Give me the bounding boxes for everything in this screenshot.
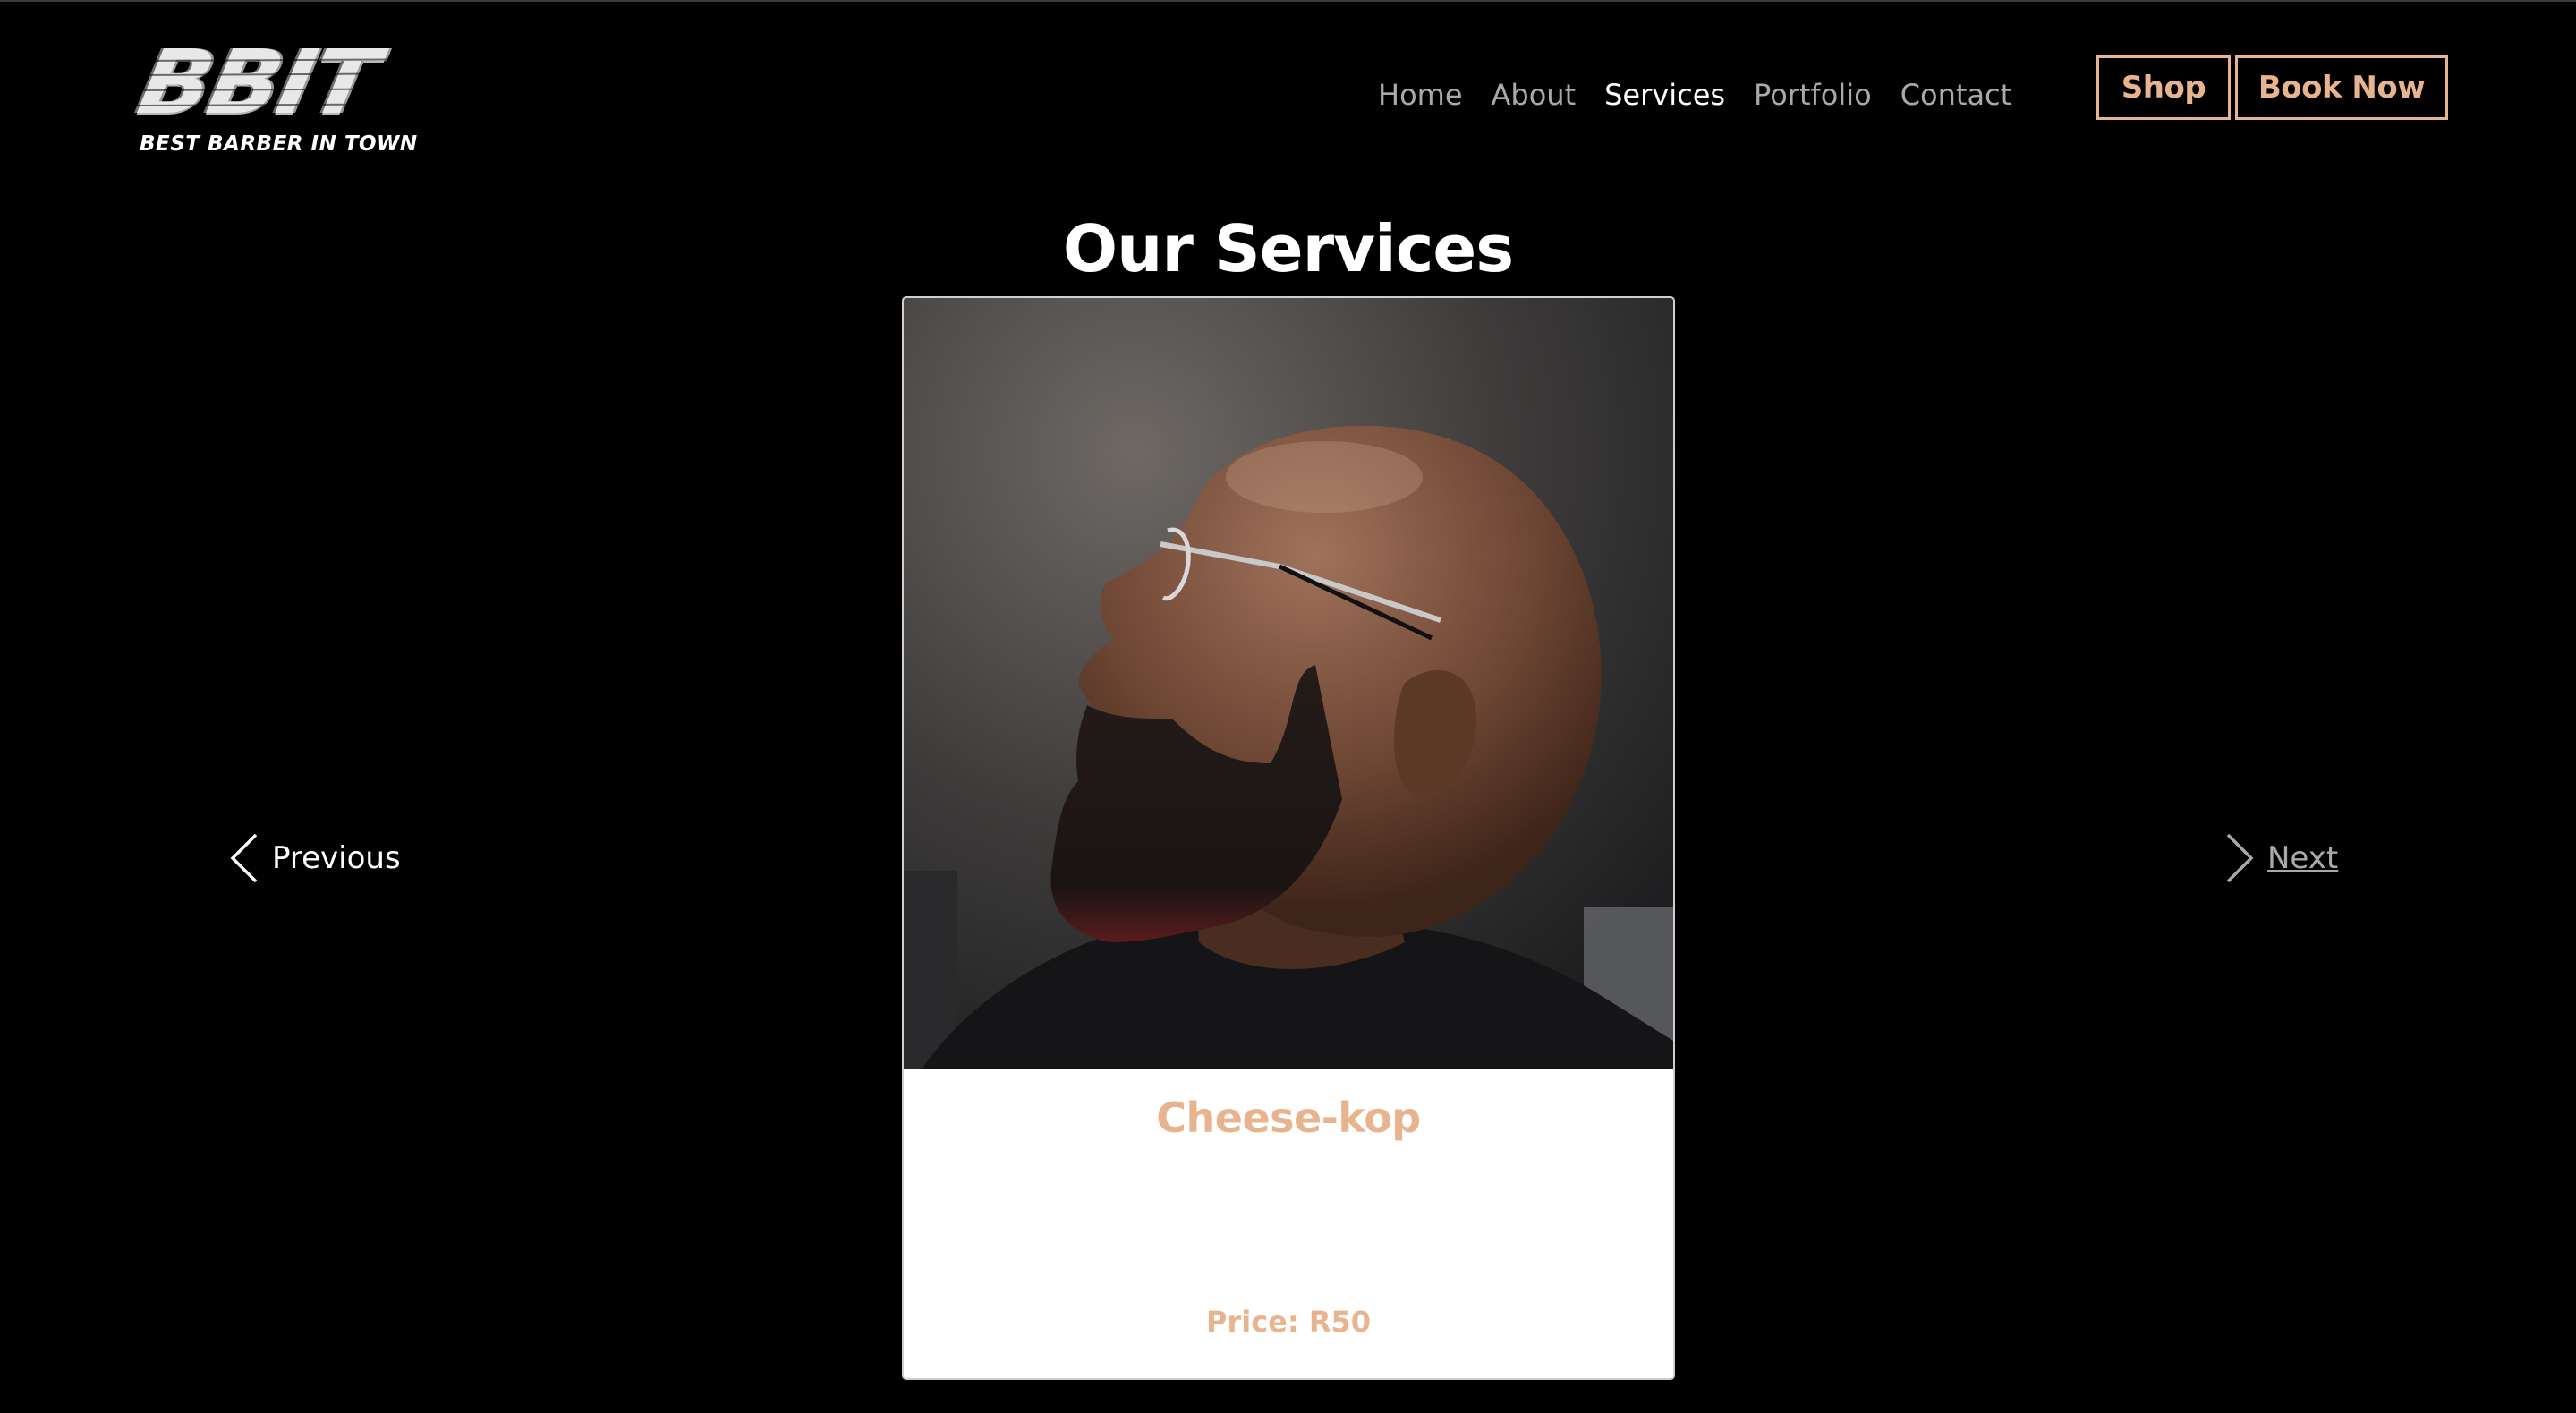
shop-button[interactable]: Shop — [2096, 55, 2231, 120]
nav-portfolio[interactable]: Portfolio — [1754, 75, 1872, 115]
nav-home[interactable]: Home — [1378, 75, 1463, 115]
book-now-button[interactable]: Book Now — [2235, 55, 2448, 120]
logo-tagline: BEST BARBER IN TOWN — [140, 132, 418, 156]
service-name: Cheese-kop — [1156, 1094, 1421, 1142]
next-button[interactable]: Next — [2224, 832, 2338, 884]
nav-services[interactable]: Services — [1604, 75, 1725, 115]
previous-label: Previous — [272, 840, 401, 876]
page-title: Our Services — [1062, 211, 1514, 286]
main-nav: Home About Services Portfolio Contact — [1378, 75, 2040, 115]
top-border — [0, 0, 2576, 2]
chevron-right-icon — [2226, 833, 2254, 883]
logo-texture — [134, 58, 474, 121]
next-label: Next — [2267, 840, 2339, 876]
service-price: Price: R50 — [1206, 1305, 1371, 1339]
chevron-left-icon — [230, 833, 258, 883]
service-card[interactable] — [902, 296, 1675, 1380]
nav-about[interactable]: About — [1492, 75, 1577, 115]
service-photo — [904, 298, 1673, 1069]
nav-contact[interactable]: Contact — [1900, 75, 2012, 115]
previous-button[interactable]: Previous — [229, 832, 401, 884]
brand-logo[interactable]: BBIT BEST BARBER IN TOWN — [131, 30, 474, 161]
